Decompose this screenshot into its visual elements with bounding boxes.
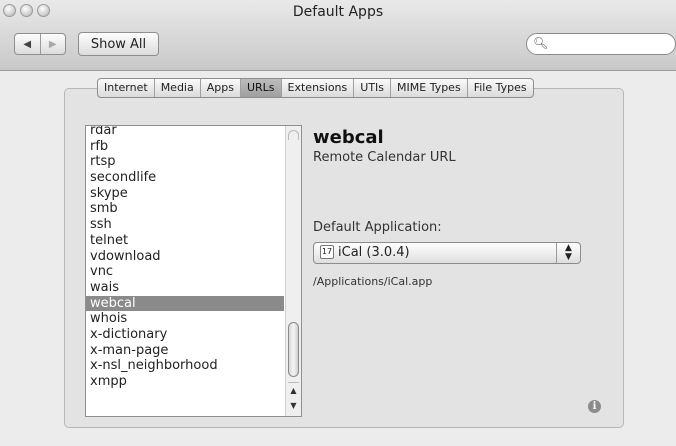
list-item[interactable]: vdownload (86, 249, 284, 265)
forward-button[interactable]: ▶ (39, 34, 66, 54)
tab-extensions[interactable]: Extensions (280, 79, 354, 97)
scrollbar-track-cap (288, 130, 299, 140)
tab-media[interactable]: Media (153, 79, 200, 97)
list-item[interactable]: rdar (86, 126, 284, 139)
back-button[interactable]: ◀ (15, 34, 40, 54)
tab-apps[interactable]: Apps (199, 79, 240, 97)
search-icon: 🔍︎ (533, 36, 549, 50)
list-item[interactable]: rtsp (86, 154, 284, 170)
scheme-description: Remote Calendar URL (313, 150, 456, 165)
tab-bar: Internet Media Apps URLs Extensions UTIs… (97, 78, 534, 98)
scrollbar-thumb[interactable] (288, 322, 299, 377)
window-title: Default Apps (292, 4, 384, 20)
url-scheme-list[interactable]: rdar rfb rtsp secondlife skype smb ssh telnet vd… (85, 125, 302, 417)
list-item[interactable]: x-man-page (86, 343, 284, 359)
search-field[interactable]: 🔍︎ (526, 33, 676, 55)
list-item[interactable]: xmpp (86, 374, 284, 390)
tab-internet[interactable]: Internet (98, 79, 154, 97)
search-input[interactable] (547, 36, 671, 53)
scrollbar-arrows[interactable]: ▲ ▼ (288, 382, 299, 415)
navigation-segment: ◀ ▶ (14, 33, 66, 55)
list-item[interactable]: rfb (86, 139, 284, 155)
show-all-button[interactable]: Show All (78, 32, 159, 56)
url-scheme-rows: rdar rfb rtsp secondlife skype smb ssh telnet vd… (86, 126, 284, 390)
ical-app-icon: 17 (320, 245, 334, 259)
list-item[interactable]: skype (86, 186, 284, 202)
scroll-down-arrow-icon[interactable]: ▼ (288, 398, 299, 413)
list-item[interactable]: ssh (86, 217, 284, 233)
popup-chevrons-icon: ▲ ▼ (556, 243, 580, 263)
list-item[interactable]: x-dictionary (86, 327, 284, 343)
application-path: /Applications/iCal.app (313, 275, 433, 288)
tab-urls[interactable]: URLs (239, 79, 281, 97)
default-application-label: Default Application: (313, 220, 442, 235)
default-application-value: iCal (3.0.4) (338, 245, 410, 260)
list-item[interactable]: whois (86, 311, 284, 327)
list-item[interactable]: vnc (86, 264, 284, 280)
info-icon[interactable]: i (588, 400, 601, 413)
list-item[interactable]: x-nsl_neighborhood (86, 358, 284, 374)
list-item[interactable]: telnet (86, 233, 284, 249)
list-item[interactable]: secondlife (86, 170, 284, 186)
tab-file-types[interactable]: File Types (466, 79, 533, 97)
list-scrollbar[interactable]: ▲ ▼ (285, 126, 301, 416)
tab-utis[interactable]: UTIs (353, 79, 390, 97)
tab-mime-types[interactable]: MIME Types (390, 79, 467, 97)
default-application-popup[interactable]: 17 iCal (3.0.4) ▲ ▼ (313, 242, 581, 264)
list-item[interactable]: webcal (86, 295, 284, 312)
selected-scheme-title: webcal (313, 127, 384, 148)
list-item[interactable]: smb (86, 201, 284, 217)
toolbar: Default Apps ◀ ▶ Show All 🔍︎ (0, 0, 676, 71)
default-apps-window: Default Apps ◀ ▶ Show All 🔍︎ Internet Me… (0, 0, 676, 446)
list-item[interactable]: wais (86, 280, 284, 296)
scroll-up-arrow-icon[interactable]: ▲ (288, 383, 299, 398)
